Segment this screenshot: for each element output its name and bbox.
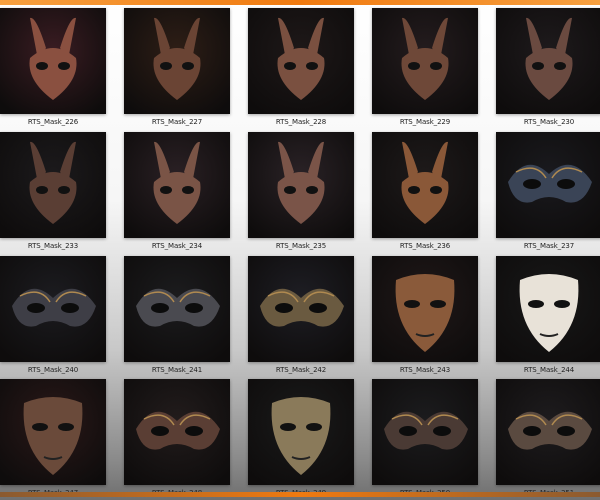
mask-image [0, 379, 106, 485]
mask-image [496, 132, 600, 238]
thumbnail-label: RTS_Mask_227 [151, 118, 203, 126]
mask-thumbnail[interactable] [124, 256, 230, 362]
mask-thumbnail[interactable] [372, 8, 478, 114]
mask-image [0, 8, 106, 114]
thumbnail-label: RTS_Mask_242 [275, 366, 327, 374]
mask-image [372, 8, 478, 114]
mask-thumbnail[interactable] [496, 256, 600, 362]
thumbnail-label: RTS_Mask_237 [523, 242, 575, 250]
mask-thumbnail[interactable] [0, 379, 106, 485]
mask-image [0, 256, 106, 362]
thumbnail-label: RTS_Mask_244 [523, 366, 575, 374]
thumbnail-label: RTS_Mask_236 [399, 242, 451, 250]
mask-thumbnail[interactable] [124, 379, 230, 485]
mask-thumbnail[interactable] [248, 8, 354, 114]
mask-image [496, 379, 600, 485]
mask-image [124, 256, 230, 362]
mask-thumbnail[interactable] [0, 256, 106, 362]
mask-thumbnail[interactable] [496, 132, 600, 238]
top-accent-bar [0, 0, 600, 5]
mask-thumbnail[interactable] [0, 132, 106, 238]
mask-thumbnail[interactable] [372, 256, 478, 362]
mask-thumbnail[interactable] [496, 379, 600, 485]
mask-image [124, 132, 230, 238]
thumbnail-label: RTS_Mask_243 [399, 366, 451, 374]
mask-image [248, 379, 354, 485]
mask-image [248, 132, 354, 238]
mask-image [372, 379, 478, 485]
mask-thumbnail[interactable] [248, 379, 354, 485]
mask-thumbnail[interactable] [372, 379, 478, 485]
thumbnail-label: RTS_Mask_228 [275, 118, 327, 126]
mask-image [372, 256, 478, 362]
mask-image [496, 8, 600, 114]
mask-thumbnail[interactable] [248, 132, 354, 238]
thumbnail-label: RTS_Mask_241 [151, 366, 203, 374]
mask-image [248, 256, 354, 362]
thumbnail-label: RTS_Mask_233 [27, 242, 79, 250]
thumbnail-label: RTS_Mask_226 [27, 118, 79, 126]
bottom-accent-bar [0, 492, 600, 497]
mask-thumbnail[interactable] [372, 132, 478, 238]
mask-image [124, 379, 230, 485]
mask-thumbnail[interactable] [124, 8, 230, 114]
mask-thumbnail[interactable] [496, 8, 600, 114]
thumbnail-label: RTS_Mask_234 [151, 242, 203, 250]
mask-image [248, 8, 354, 114]
mask-thumbnail[interactable] [248, 256, 354, 362]
thumbnail-label: RTS_Mask_235 [275, 242, 327, 250]
thumbnail-label: RTS_Mask_230 [523, 118, 575, 126]
mask-image [0, 132, 106, 238]
mask-image [496, 256, 600, 362]
mask-image [124, 8, 230, 114]
mask-thumbnail[interactable] [0, 8, 106, 114]
mask-image [372, 132, 478, 238]
thumbnail-label: RTS_Mask_240 [27, 366, 79, 374]
mask-thumbnail[interactable] [124, 132, 230, 238]
thumbnail-label: RTS_Mask_229 [399, 118, 451, 126]
